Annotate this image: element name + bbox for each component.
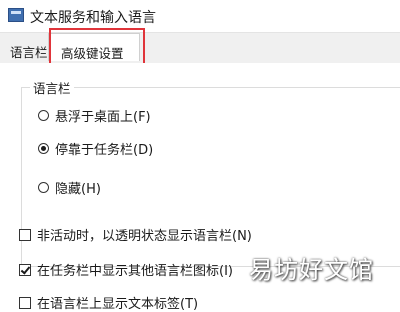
checkbox-label: 在语言栏上显示文本标签(T) bbox=[37, 297, 199, 312]
group-label: 语言栏 bbox=[30, 78, 74, 97]
radio-label: 悬浮于桌面上(F) bbox=[55, 110, 151, 125]
watermark: 易坊好文馆 bbox=[249, 256, 374, 284]
radio-hidden[interactable]: 隐藏(H) bbox=[38, 178, 101, 197]
checkbox-show-text-labels[interactable]: 在语言栏上显示文本标签(T) bbox=[19, 293, 198, 312]
radio-label: 停靠于任务栏(D) bbox=[55, 143, 154, 158]
tab-advanced-key-settings[interactable]: 高级键设置 bbox=[48, 33, 140, 61]
title-bar: 文本服务和输入语言 bbox=[0, 0, 400, 33]
radio-button[interactable] bbox=[38, 182, 49, 193]
checkbox[interactable] bbox=[19, 296, 31, 309]
checkbox[interactable] bbox=[19, 263, 31, 276]
checkbox-label: 非活动时，以透明状态显示语言栏(N) bbox=[37, 229, 252, 244]
radio-button[interactable] bbox=[38, 110, 49, 121]
checkbox[interactable] bbox=[19, 228, 31, 241]
radio-float-desktop[interactable]: 悬浮于桌面上(F) bbox=[38, 106, 151, 125]
tab-language-bar[interactable]: 语言栏 bbox=[10, 39, 48, 64]
radio-button[interactable] bbox=[38, 143, 49, 154]
radio-dock-taskbar[interactable]: 停靠于任务栏(D) bbox=[38, 139, 153, 158]
radio-label: 隐藏(H) bbox=[55, 182, 101, 197]
checkbox-show-additional-icons[interactable]: 在任务栏中显示其他语言栏图标(I) bbox=[19, 260, 233, 279]
tab-strip: 语言栏 高级键设置 bbox=[0, 33, 400, 64]
checkbox-label: 在任务栏中显示其他语言栏图标(I) bbox=[37, 264, 233, 279]
keyboard-icon bbox=[8, 8, 24, 22]
checkbox-transparent-inactive[interactable]: 非活动时，以透明状态显示语言栏(N) bbox=[19, 225, 252, 244]
window-title: 文本服务和输入语言 bbox=[30, 10, 156, 26]
